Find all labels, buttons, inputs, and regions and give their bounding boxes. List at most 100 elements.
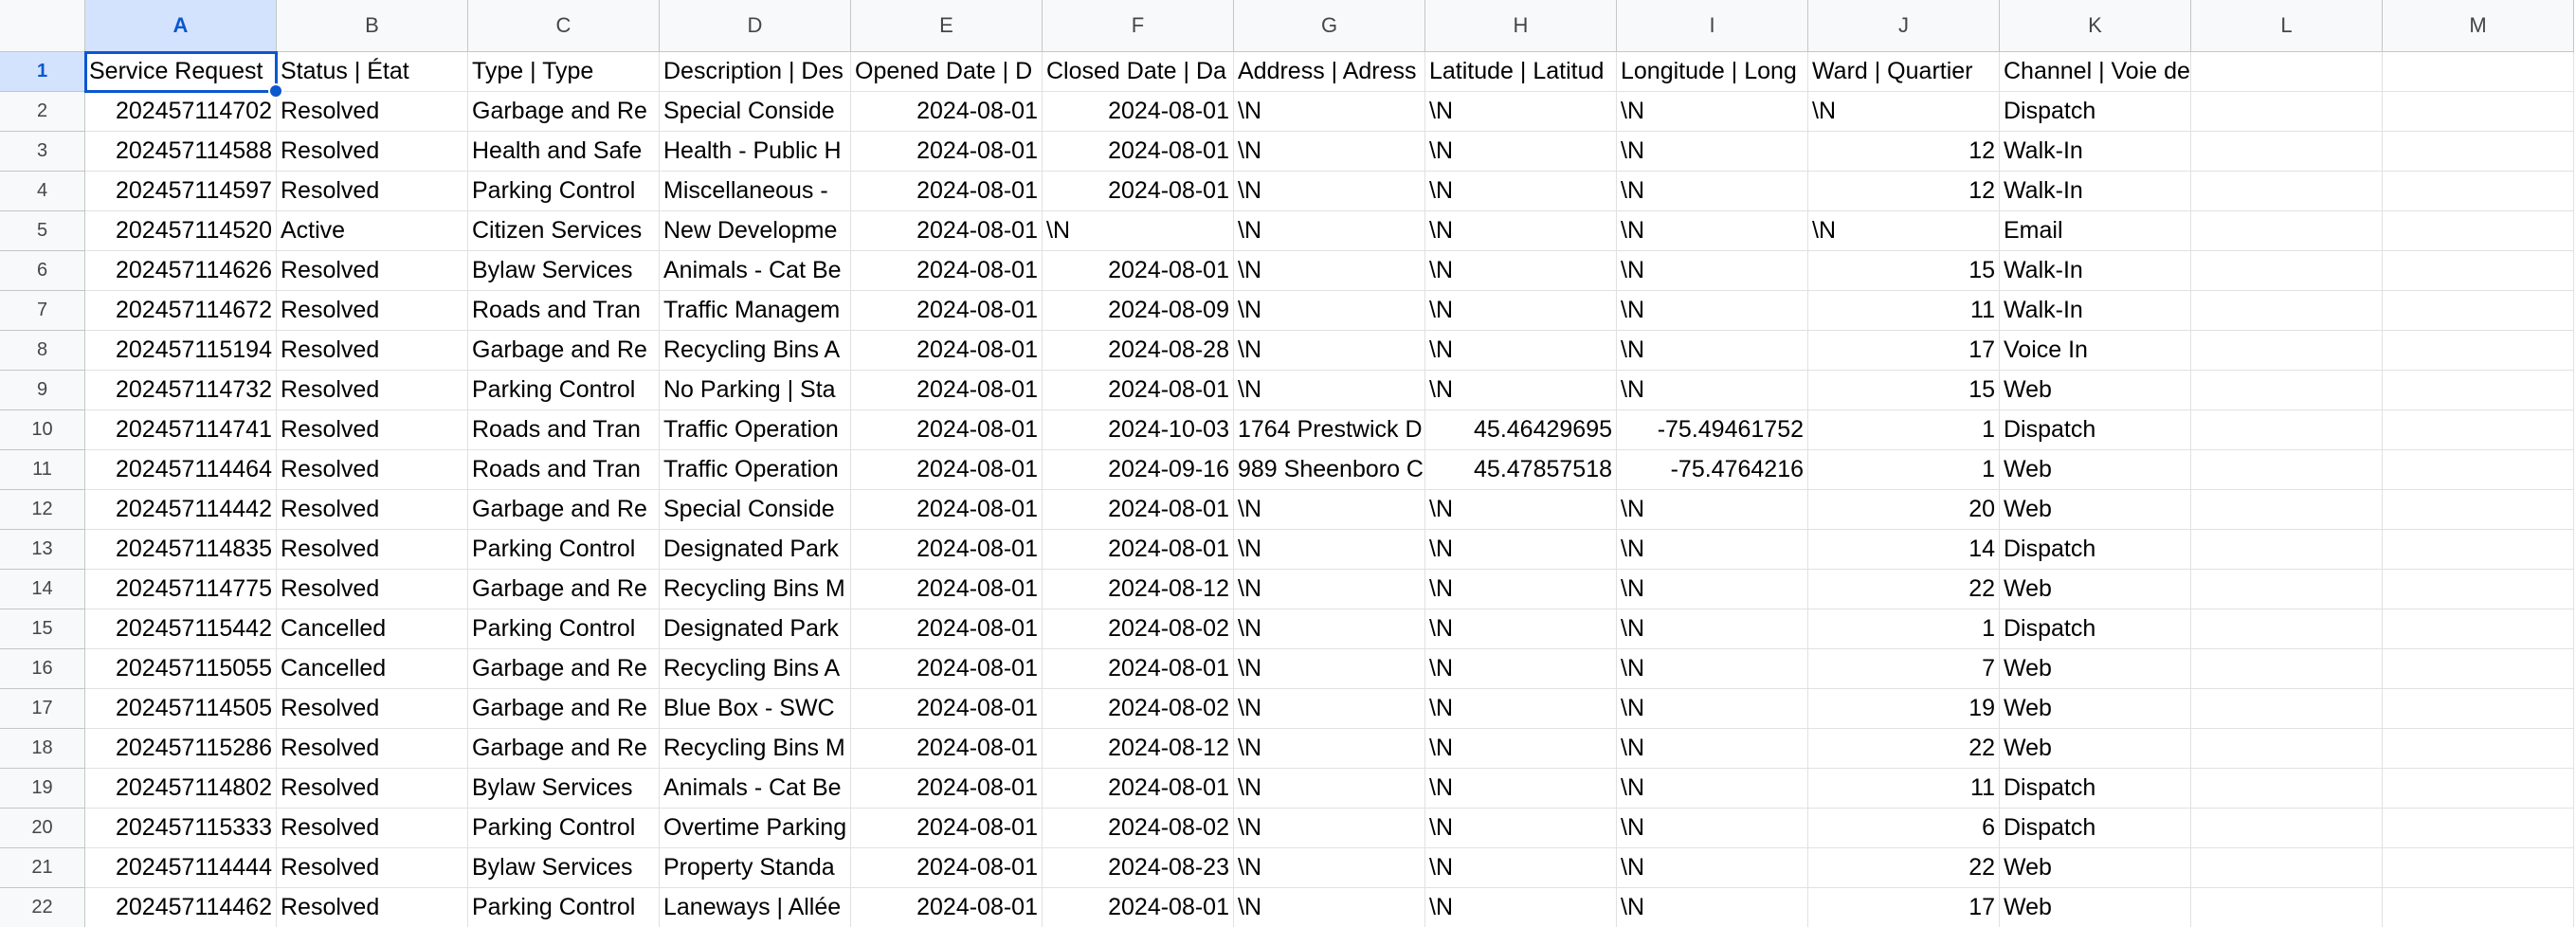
cell-l11[interactable] xyxy=(2191,450,2383,490)
cell-h5[interactable]: \N xyxy=(1425,211,1617,251)
cell-e8[interactable]: 2024-08-01 xyxy=(851,331,1043,371)
cell-f6[interactable]: 2024-08-01 xyxy=(1043,251,1234,291)
cell-i19[interactable]: \N xyxy=(1617,769,1808,809)
cell-d22[interactable]: Laneways | Allée xyxy=(660,888,851,927)
cell-m8[interactable] xyxy=(2383,331,2574,371)
row-header-9[interactable]: 9 xyxy=(0,371,85,410)
cell-m12[interactable] xyxy=(2383,490,2574,530)
cell-m17[interactable] xyxy=(2383,689,2574,729)
cell-l14[interactable] xyxy=(2191,570,2383,609)
row-header-20[interactable]: 20 xyxy=(0,809,85,848)
cell-k10[interactable]: Dispatch xyxy=(2000,410,2191,450)
cell-l3[interactable] xyxy=(2191,132,2383,172)
cell-a14[interactable]: 202457114775 xyxy=(85,570,277,609)
cell-d19[interactable]: Animals - Cat Be xyxy=(660,769,851,809)
cell-k3[interactable]: Walk-In xyxy=(2000,132,2191,172)
cell-j5[interactable]: \N xyxy=(1808,211,2000,251)
row-header-19[interactable]: 19 xyxy=(0,769,85,809)
cell-a11[interactable]: 202457114464 xyxy=(85,450,277,490)
cell-c7[interactable]: Roads and Tran xyxy=(468,291,660,331)
cell-g17[interactable]: \N xyxy=(1234,689,1425,729)
cell-m10[interactable] xyxy=(2383,410,2574,450)
row-header-2[interactable]: 2 xyxy=(0,92,85,132)
cell-b7[interactable]: Resolved xyxy=(277,291,468,331)
cell-l12[interactable] xyxy=(2191,490,2383,530)
cell-g21[interactable]: \N xyxy=(1234,848,1425,888)
cell-c4[interactable]: Parking Control xyxy=(468,172,660,211)
cell-j1[interactable]: Ward | Quartier xyxy=(1808,52,2000,92)
cell-d20[interactable]: Overtime Parking xyxy=(660,809,851,848)
cell-g20[interactable]: \N xyxy=(1234,809,1425,848)
cell-j3[interactable]: 12 xyxy=(1808,132,2000,172)
cell-m21[interactable] xyxy=(2383,848,2574,888)
cell-h12[interactable]: \N xyxy=(1425,490,1617,530)
select-all-corner[interactable] xyxy=(0,0,85,52)
cell-l6[interactable] xyxy=(2191,251,2383,291)
cell-g12[interactable]: \N xyxy=(1234,490,1425,530)
cell-k22[interactable]: Web xyxy=(2000,888,2191,927)
cell-b21[interactable]: Resolved xyxy=(277,848,468,888)
cell-m22[interactable] xyxy=(2383,888,2574,927)
cell-l5[interactable] xyxy=(2191,211,2383,251)
cell-c19[interactable]: Bylaw Services xyxy=(468,769,660,809)
cell-c16[interactable]: Garbage and Re xyxy=(468,649,660,689)
cell-k2[interactable]: Dispatch xyxy=(2000,92,2191,132)
cell-l10[interactable] xyxy=(2191,410,2383,450)
cell-h16[interactable]: \N xyxy=(1425,649,1617,689)
cell-l18[interactable] xyxy=(2191,729,2383,769)
cell-f9[interactable]: 2024-08-01 xyxy=(1043,371,1234,410)
cell-e16[interactable]: 2024-08-01 xyxy=(851,649,1043,689)
cell-b4[interactable]: Resolved xyxy=(277,172,468,211)
cell-b12[interactable]: Resolved xyxy=(277,490,468,530)
cell-i5[interactable]: \N xyxy=(1617,211,1808,251)
cell-f19[interactable]: 2024-08-01 xyxy=(1043,769,1234,809)
cell-k17[interactable]: Web xyxy=(2000,689,2191,729)
cell-j19[interactable]: 11 xyxy=(1808,769,2000,809)
cell-j10[interactable]: 1 xyxy=(1808,410,2000,450)
cell-h15[interactable]: \N xyxy=(1425,609,1617,649)
cell-b5[interactable]: Active xyxy=(277,211,468,251)
cell-a7[interactable]: 202457114672 xyxy=(85,291,277,331)
cell-d11[interactable]: Traffic Operation xyxy=(660,450,851,490)
cell-g5[interactable]: \N xyxy=(1234,211,1425,251)
cell-d3[interactable]: Health - Public H xyxy=(660,132,851,172)
cell-k20[interactable]: Dispatch xyxy=(2000,809,2191,848)
cell-g18[interactable]: \N xyxy=(1234,729,1425,769)
row-header-18[interactable]: 18 xyxy=(0,729,85,769)
cell-g19[interactable]: \N xyxy=(1234,769,1425,809)
cell-j17[interactable]: 19 xyxy=(1808,689,2000,729)
cell-h4[interactable]: \N xyxy=(1425,172,1617,211)
cell-b3[interactable]: Resolved xyxy=(277,132,468,172)
cell-b20[interactable]: Resolved xyxy=(277,809,468,848)
cell-k18[interactable]: Web xyxy=(2000,729,2191,769)
cell-j21[interactable]: 22 xyxy=(1808,848,2000,888)
cell-c15[interactable]: Parking Control xyxy=(468,609,660,649)
cell-j2[interactable]: \N xyxy=(1808,92,2000,132)
cell-l9[interactable] xyxy=(2191,371,2383,410)
cell-c14[interactable]: Garbage and Re xyxy=(468,570,660,609)
cell-a19[interactable]: 202457114802 xyxy=(85,769,277,809)
cell-g2[interactable]: \N xyxy=(1234,92,1425,132)
cell-g3[interactable]: \N xyxy=(1234,132,1425,172)
cell-j7[interactable]: 11 xyxy=(1808,291,2000,331)
cell-f3[interactable]: 2024-08-01 xyxy=(1043,132,1234,172)
cell-l22[interactable] xyxy=(2191,888,2383,927)
cell-e10[interactable]: 2024-08-01 xyxy=(851,410,1043,450)
cell-a16[interactable]: 202457115055 xyxy=(85,649,277,689)
cell-k15[interactable]: Dispatch xyxy=(2000,609,2191,649)
cell-d6[interactable]: Animals - Cat Be xyxy=(660,251,851,291)
cell-b2[interactable]: Resolved xyxy=(277,92,468,132)
cell-h9[interactable]: \N xyxy=(1425,371,1617,410)
cell-c11[interactable]: Roads and Tran xyxy=(468,450,660,490)
row-header-7[interactable]: 7 xyxy=(0,291,85,331)
cell-e3[interactable]: 2024-08-01 xyxy=(851,132,1043,172)
cell-f1[interactable]: Closed Date | Da xyxy=(1043,52,1234,92)
cell-f10[interactable]: 2024-10-03 xyxy=(1043,410,1234,450)
cell-j9[interactable]: 15 xyxy=(1808,371,2000,410)
cell-d12[interactable]: Special Conside xyxy=(660,490,851,530)
cell-k19[interactable]: Dispatch xyxy=(2000,769,2191,809)
cell-j13[interactable]: 14 xyxy=(1808,530,2000,570)
cell-l20[interactable] xyxy=(2191,809,2383,848)
cell-e5[interactable]: 2024-08-01 xyxy=(851,211,1043,251)
cell-e19[interactable]: 2024-08-01 xyxy=(851,769,1043,809)
